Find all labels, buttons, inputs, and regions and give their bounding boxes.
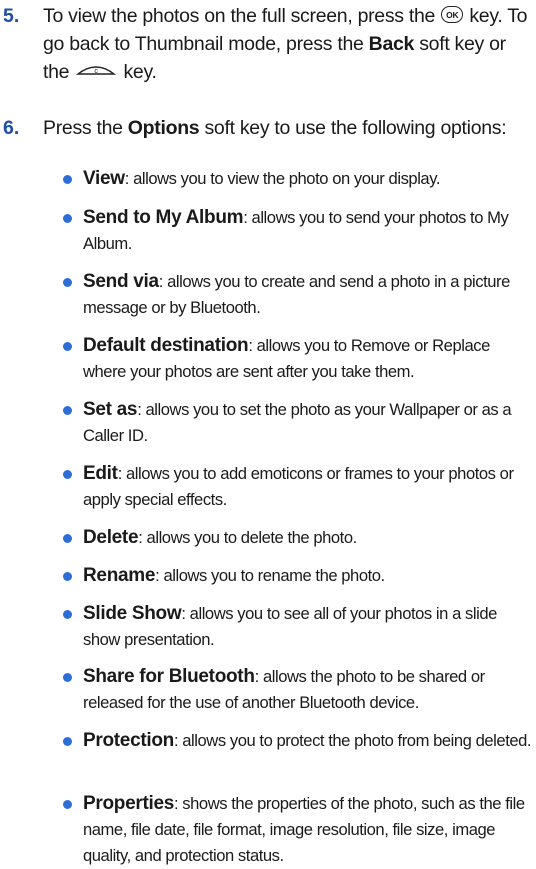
- step-text-part: Press the: [43, 117, 123, 139]
- option-term: Rename: [83, 565, 156, 586]
- bullet-icon: [63, 737, 72, 746]
- option-body: Share for Bluetooth: allows the photo to…: [83, 664, 532, 716]
- bullet-icon: [63, 534, 72, 543]
- option-term: Delete: [83, 527, 139, 548]
- bullet-icon: [63, 470, 72, 479]
- option-term: Default destination: [83, 335, 249, 356]
- bullet-icon: [63, 175, 72, 184]
- bullet-icon: [63, 673, 72, 682]
- option-term: Slide Show: [83, 603, 182, 624]
- option-description: : allows you to set the photo as your Wa…: [83, 400, 512, 445]
- option-body: Rename: allows you to rename the photo.: [83, 563, 532, 589]
- option-description: : allows you to rename the photo.: [155, 566, 385, 585]
- option-description: : allows you to add emoticons or frames …: [83, 464, 514, 509]
- option-body: View: allows you to view the photo on yo…: [83, 166, 532, 192]
- options-softkey-label: Options: [127, 117, 200, 139]
- option-term: Edit: [83, 463, 118, 484]
- option-body: Properties: shows the properties of the …: [83, 791, 532, 869]
- option-description: : allows you to protect the photo from b…: [173, 731, 532, 750]
- bullet-icon: [63, 800, 72, 809]
- option-body: Default destination: allows you to Remov…: [83, 333, 532, 385]
- bullet-icon: [63, 610, 72, 619]
- option-body: Set as: allows you to set the photo as y…: [83, 397, 532, 449]
- step-number: 5.: [3, 5, 20, 27]
- option-body: Protection: allows you to protect the ph…: [83, 728, 532, 754]
- bullet-icon: [63, 214, 72, 223]
- option-body: Send to My Album: allows you to send you…: [83, 205, 532, 257]
- back-softkey-label: Back: [368, 33, 415, 55]
- step-text-part: To view the photos on the full screen, p…: [43, 5, 436, 27]
- bullet-icon: [63, 406, 72, 415]
- option-term: Send via: [83, 271, 159, 292]
- option-term: Set as: [83, 399, 138, 420]
- bullet-icon: [63, 278, 72, 287]
- option-term: View: [83, 168, 125, 189]
- option-body: Delete: allows you to delete the photo.: [83, 525, 532, 551]
- step-text-part: soft key to use the following options:: [204, 117, 507, 139]
- step-text: To view the photos on the full screen, p…: [43, 2, 530, 87]
- option-term: Send to My Album: [83, 207, 244, 228]
- step-number: 6.: [3, 117, 20, 139]
- back-key-icon: c: [76, 56, 117, 84]
- option-term: Protection: [83, 730, 174, 751]
- option-body: Edit: allows you to add emoticons or fra…: [83, 461, 532, 513]
- step-text-part: key.: [123, 61, 157, 83]
- option-description: : allows you to delete the photo.: [138, 528, 357, 547]
- option-body: Send via: allows you to create and send …: [83, 269, 532, 321]
- option-term: Share for Bluetooth: [83, 666, 255, 687]
- option-body: Slide Show: allows you to see all of you…: [83, 601, 532, 653]
- option-term: Properties: [83, 793, 174, 814]
- bullet-icon: [63, 342, 72, 351]
- option-description: : allows you to view the photo on your d…: [124, 169, 441, 188]
- manual-page: 5. To view the photos on the full screen…: [0, 0, 536, 865]
- ok-key-icon: OK: [441, 6, 464, 24]
- step-text: Press the Options soft key to use the fo…: [43, 114, 530, 142]
- bullet-icon: [63, 572, 72, 581]
